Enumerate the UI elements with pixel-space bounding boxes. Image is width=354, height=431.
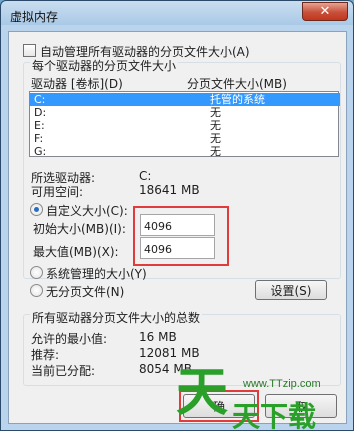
watermark-url: www.TTzip.com <box>243 378 321 390</box>
column-size: 分页文件大小(MB) <box>187 77 287 91</box>
list-item[interactable]: E: 无 <box>30 119 340 132</box>
recommended-label: 推荐: <box>31 348 60 362</box>
no-paging-radio[interactable] <box>30 284 43 297</box>
custom-size-label: 自定义大小(C): <box>46 204 128 218</box>
drive-size: 无 <box>210 119 221 132</box>
drive-list[interactable]: C: 托管的系统 D: 无 E: 无 F: 无 G: 无 <box>29 91 340 158</box>
window-title: 虚拟内存 <box>10 10 59 24</box>
highlight-box <box>133 206 229 266</box>
list-item[interactable]: F: 无 <box>30 132 340 145</box>
custom-size-radio[interactable] <box>30 203 43 216</box>
free-space-value: 18641 MB <box>139 183 200 197</box>
drive-letter: F: <box>34 132 44 145</box>
column-drive: 驱动器 [卷标](D) <box>31 77 123 91</box>
system-managed-radio[interactable] <box>30 266 43 279</box>
drive-size: 托管的系统 <box>210 93 265 106</box>
drive-letter: C: <box>34 93 46 106</box>
list-item[interactable]: G: 无 <box>30 145 340 158</box>
free-space-label: 可用空间: <box>31 185 84 199</box>
system-managed-label: 系统管理的大小(Y) <box>46 267 147 281</box>
drive-letter: G: <box>34 145 47 158</box>
watermark-logo: 天 <box>176 363 229 423</box>
drive-letter: D: <box>34 106 47 119</box>
drive-size: 无 <box>210 145 221 158</box>
drive-size: 无 <box>210 132 221 145</box>
set-button[interactable]: 设置(S) <box>255 280 327 300</box>
max-size-label: 最大值(MB)(X): <box>33 245 119 259</box>
total-group-title: 所有驱动器分页文件大小的总数 <box>30 309 203 326</box>
watermark-text: 天下载 <box>232 400 317 431</box>
initial-size-label: 初始大小(MB)(I): <box>33 222 126 236</box>
drive-letter: E: <box>34 119 45 132</box>
auto-manage-checkbox[interactable] <box>23 44 36 57</box>
current-label: 当前已分配: <box>31 364 96 378</box>
drive-group-title: 每个驱动器的分页文件大小 <box>30 57 179 74</box>
min-value: 16 MB <box>139 330 177 344</box>
list-item[interactable]: C: 托管的系统 <box>30 93 340 106</box>
drive-size: 无 <box>210 106 221 119</box>
min-label: 允许的最小值: <box>31 332 108 346</box>
selected-drive-value: C: <box>139 169 152 183</box>
list-item[interactable]: D: 无 <box>30 106 340 119</box>
no-paging-label: 无分页文件(N) <box>46 285 125 299</box>
close-button[interactable]: ✕ <box>302 2 348 21</box>
